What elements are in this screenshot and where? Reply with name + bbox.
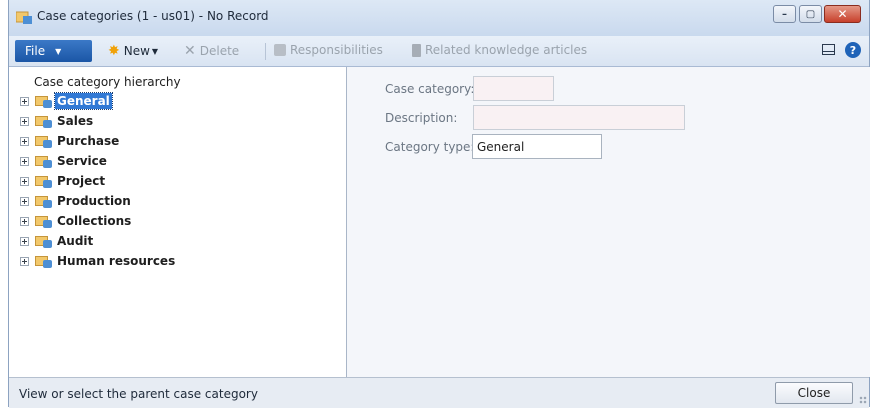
tree-item-label[interactable]: Service: [55, 153, 109, 169]
expand-plus-icon[interactable]: [20, 256, 29, 266]
responsibilities-button[interactable]: Responsibilities: [274, 43, 383, 57]
folder-people-icon: [35, 175, 52, 188]
minimize-button[interactable]: –: [773, 5, 796, 23]
tree-item[interactable]: Service: [20, 151, 177, 171]
folder-people-icon: [35, 255, 52, 268]
category-tree: General Sales Purchase Service Project P…: [20, 91, 177, 271]
close-window-button[interactable]: ✕: [824, 5, 861, 23]
tree-item-label[interactable]: Human resources: [55, 253, 177, 269]
tree-item[interactable]: Project: [20, 171, 177, 191]
layout-icon[interactable]: [822, 44, 835, 55]
tree-item[interactable]: General: [20, 91, 177, 111]
related-knowledge-articles-button[interactable]: Related knowledge articles: [412, 43, 587, 57]
expand-plus-icon[interactable]: [20, 216, 29, 226]
folder-people-icon: [35, 115, 52, 128]
tree-item-label[interactable]: Sales: [55, 113, 95, 129]
tree-item[interactable]: Human resources: [20, 251, 177, 271]
category-type-label: Category type:: [385, 140, 475, 154]
related-label: Related knowledge articles: [425, 43, 588, 57]
details-pane: Case category: Description: Category typ…: [347, 67, 870, 377]
expand-plus-icon[interactable]: [20, 236, 29, 246]
close-button[interactable]: Close: [775, 382, 853, 404]
book-icon: [412, 43, 421, 57]
folder-people-icon: [35, 235, 52, 248]
action-pane: File ▼ ✸ New ▼ ✕ Delete Responsibilities…: [9, 36, 869, 67]
case-category-input[interactable]: [473, 76, 554, 101]
chevron-down-icon: ▼: [151, 46, 159, 56]
expand-plus-icon[interactable]: [20, 196, 29, 206]
case-categories-window: Case categories (1 - us01) - No Record –…: [8, 0, 870, 408]
app-icon: [16, 11, 32, 24]
delete-icon: ✕: [184, 43, 196, 59]
tree-header: Case category hierarchy: [34, 75, 181, 89]
resize-grip-icon[interactable]: [859, 396, 867, 404]
new-button[interactable]: ✸ New ▼: [108, 43, 158, 59]
maximize-button[interactable]: ▢: [799, 5, 822, 23]
delete-label: Delete: [199, 44, 240, 58]
folder-people-icon: [35, 195, 52, 208]
minimize-icon: –: [782, 8, 787, 20]
responsibilities-label: Responsibilities: [290, 43, 383, 57]
close-icon: ✕: [837, 7, 848, 21]
expand-plus-icon[interactable]: [20, 96, 29, 106]
tree-item[interactable]: Production: [20, 191, 177, 211]
expand-plus-icon[interactable]: [20, 176, 29, 186]
description-input[interactable]: [473, 105, 685, 130]
tree-item-label[interactable]: Project: [55, 173, 107, 189]
tree-item-label[interactable]: Production: [55, 193, 133, 209]
folder-people-icon: [35, 135, 52, 148]
tree-item-label[interactable]: Purchase: [55, 133, 121, 149]
toolbar-separator: [265, 43, 266, 60]
tree-item[interactable]: Purchase: [20, 131, 177, 151]
delete-button[interactable]: ✕ Delete: [184, 43, 239, 59]
tree-item-label[interactable]: Audit: [55, 233, 95, 249]
case-category-label: Case category:: [385, 82, 475, 96]
category-tree-pane: Case category hierarchy General Sales Pu…: [9, 67, 347, 377]
status-text: View or select the parent case category: [19, 387, 258, 401]
maximize-icon: ▢: [805, 8, 816, 20]
title-bar: Case categories (1 - us01) - No Record –…: [9, 0, 869, 36]
tree-item[interactable]: Sales: [20, 111, 177, 131]
chevron-down-icon: ▼: [55, 46, 62, 56]
file-label: File: [25, 44, 46, 58]
folder-people-icon: [35, 215, 52, 228]
folder-people-icon: [35, 155, 52, 168]
tree-item[interactable]: Audit: [20, 231, 177, 251]
responsibilities-icon: [274, 44, 286, 56]
description-label: Description:: [385, 111, 458, 125]
tree-item-label[interactable]: Collections: [55, 213, 133, 229]
new-star-icon: ✸: [108, 43, 120, 59]
expand-plus-icon[interactable]: [20, 136, 29, 146]
new-label: New: [123, 44, 150, 58]
expand-plus-icon[interactable]: [20, 116, 29, 126]
tree-item[interactable]: Collections: [20, 211, 177, 231]
window-title: Case categories (1 - us01) - No Record: [37, 9, 269, 23]
help-icon[interactable]: ?: [845, 42, 861, 58]
category-type-field[interactable]: [472, 134, 602, 159]
expand-plus-icon[interactable]: [20, 156, 29, 166]
folder-people-icon: [35, 95, 52, 108]
tree-item-label[interactable]: General: [54, 92, 113, 110]
status-bar: View or select the parent case category …: [9, 377, 869, 408]
file-menu-button[interactable]: File ▼: [15, 40, 92, 62]
